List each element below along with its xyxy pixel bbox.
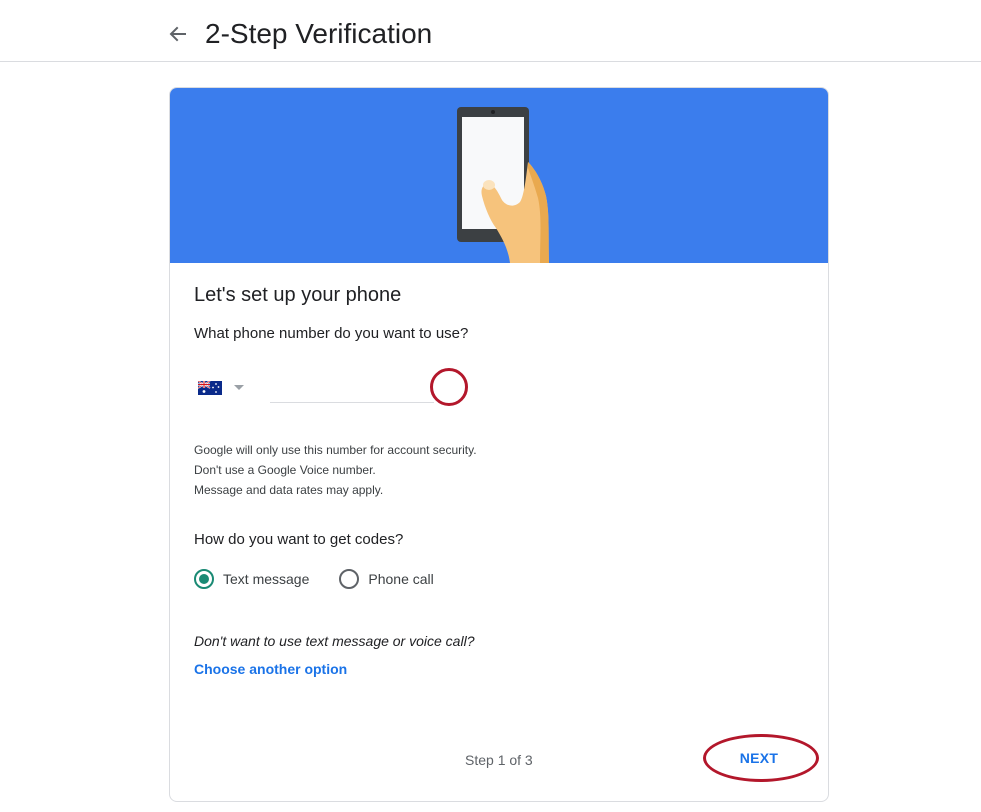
phone-banner — [170, 88, 828, 263]
phone-question: What phone number do you want to use? — [194, 325, 469, 342]
australia-flag-icon — [198, 381, 222, 395]
step-indicator: Step 1 of 3 — [465, 752, 533, 768]
phone-call-label: Phone call — [368, 571, 434, 587]
setup-heading: Let's set up your phone — [194, 284, 402, 306]
phone-input-highlight — [430, 368, 468, 406]
phone-call-option[interactable]: Phone call — [339, 569, 434, 589]
phone-number-input[interactable] — [270, 374, 434, 403]
phone-notes: Google will only use this number for acc… — [194, 440, 477, 500]
note-security: Google will only use this number for acc… — [194, 443, 477, 457]
setup-card: Let's set up your phone What phone numbe… — [169, 87, 829, 802]
note-rates: Message and data rates may apply. — [194, 483, 384, 497]
phone-in-hand-illustration — [170, 88, 828, 263]
text-message-option[interactable]: Text message — [194, 569, 309, 589]
arrow-left-icon — [169, 26, 186, 42]
codes-question: How do you want to get codes? — [194, 531, 404, 548]
text-message-radio[interactable] — [194, 569, 214, 589]
note-google-voice: Don't use a Google Voice number. — [194, 463, 376, 477]
back-button[interactable] — [164, 20, 192, 48]
page-title: 2-Step Verification — [205, 18, 433, 49]
choose-another-option-link[interactable]: Choose another option — [194, 659, 347, 679]
country-selector[interactable] — [198, 376, 260, 400]
top-bar: 2-Step Verification — [0, 0, 981, 62]
next-button[interactable]: NEXT — [716, 740, 802, 776]
text-message-label: Text message — [223, 571, 310, 587]
code-method-options: Text message Phone call — [194, 569, 434, 589]
alternative-question: Don't want to use text message or voice … — [194, 633, 475, 649]
triangle-down-icon — [234, 385, 244, 390]
phone-call-radio[interactable] — [339, 569, 360, 589]
